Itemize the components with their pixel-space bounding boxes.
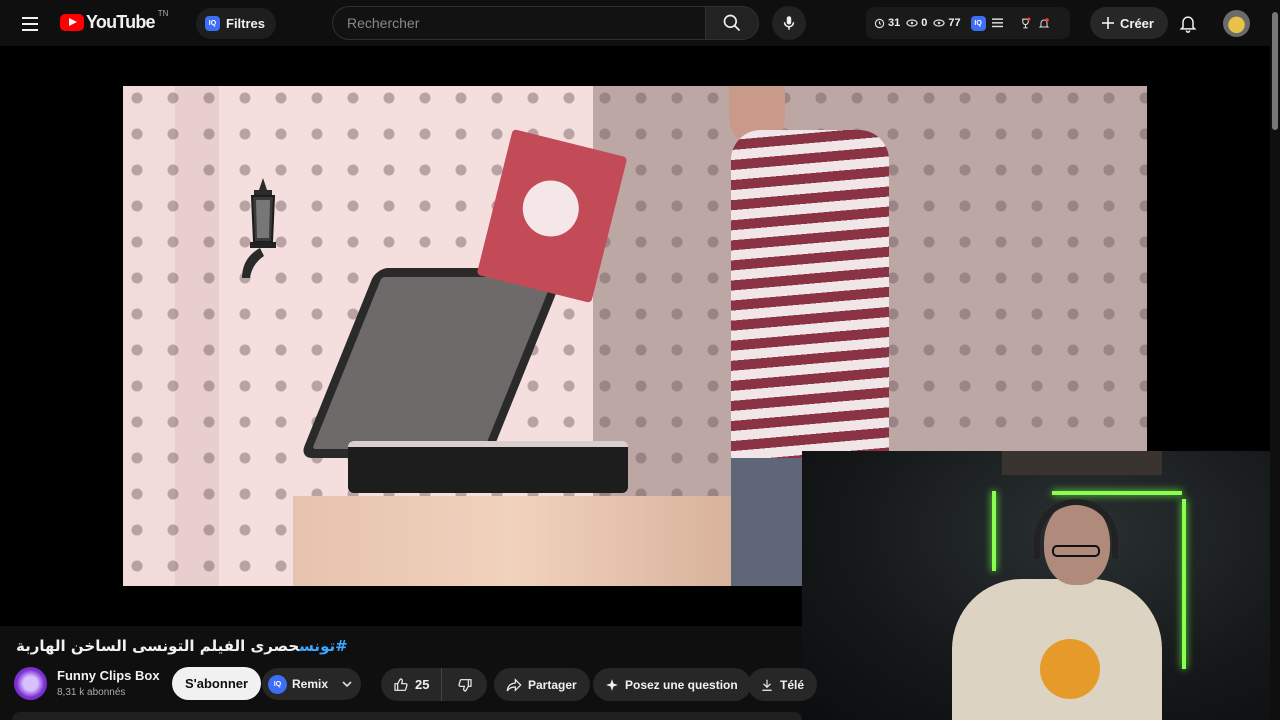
neon-light-left xyxy=(992,491,996,571)
subscriber-count: 8,31 k abonnés xyxy=(57,687,126,698)
suitcase-lid-illustration xyxy=(299,268,567,458)
filters-label: Filtres xyxy=(226,16,266,31)
suitcase-base-illustration xyxy=(348,441,628,493)
search-box xyxy=(332,6,706,40)
create-button[interactable]: Créer xyxy=(1090,7,1168,39)
eye-stat-zero[interactable]: 0 xyxy=(906,17,927,29)
download-icon xyxy=(762,679,772,691)
thumbs-up-icon xyxy=(394,677,408,691)
glasses-illustration xyxy=(1052,545,1100,557)
page-scrollbar-thumb[interactable] xyxy=(1272,12,1278,130)
logo-country-code: TN xyxy=(157,9,169,18)
notification-alert-icon[interactable] xyxy=(1038,17,1050,30)
search-input[interactable] xyxy=(347,15,692,31)
remix-label: Remix xyxy=(292,677,329,691)
views-total: 77 xyxy=(948,17,961,29)
wall-lamp-illustration xyxy=(242,178,276,278)
youtube-logo[interactable]: YouTube TN xyxy=(60,9,169,33)
plus-icon xyxy=(1102,17,1114,29)
subscribe-button[interactable]: S'abonner xyxy=(172,667,262,700)
search-button[interactable] xyxy=(705,6,759,40)
sparkle-icon xyxy=(606,678,618,691)
title-hashtag[interactable]: #تونس xyxy=(299,637,348,655)
list-icon[interactable] xyxy=(991,18,1003,28)
iq-extension-icon: IQ xyxy=(268,674,287,694)
account-avatar[interactable] xyxy=(1223,10,1250,37)
chevron-down-icon xyxy=(342,681,352,688)
eye-stat-total[interactable]: 77 xyxy=(933,17,961,29)
trophy-icon[interactable] xyxy=(1019,17,1032,30)
description-box-edge[interactable] xyxy=(12,712,802,720)
menu-icon[interactable] xyxy=(18,12,42,36)
eye-icon xyxy=(906,19,918,27)
channel-avatar[interactable] xyxy=(14,667,47,700)
neon-light-top xyxy=(1052,491,1182,495)
neon-light-right xyxy=(1182,499,1186,669)
microphone-icon xyxy=(783,16,795,30)
channel-name[interactable]: Funny Clips Box xyxy=(57,668,160,683)
webcam-overlay xyxy=(802,451,1270,720)
video-title: #تونسحصرى الفيلم التونسى الساخن الهاربة xyxy=(16,637,348,655)
share-arrow-icon xyxy=(506,677,522,692)
share-label: Partager xyxy=(528,677,577,692)
eye-outline-icon xyxy=(933,19,945,27)
top-bar: YouTube TN IQ Filtres 31 0 77 IQ Créer xyxy=(0,0,1280,46)
like-dislike-bar: 25 xyxy=(381,668,487,701)
table-illustration xyxy=(293,496,733,586)
share-button[interactable]: Partager xyxy=(494,668,590,701)
logo-text: YouTube xyxy=(86,12,156,32)
like-button[interactable]: 25 xyxy=(381,668,443,701)
views-zero: 0 xyxy=(921,17,928,29)
tunisian-flag-illustration xyxy=(476,128,628,304)
iq-extension-icon: IQ xyxy=(205,16,220,31)
watch-time-stat[interactable]: 31 xyxy=(874,17,900,29)
youtube-play-icon xyxy=(60,14,84,31)
filters-button[interactable]: IQ Filtres xyxy=(196,8,277,39)
dislike-button[interactable] xyxy=(442,668,487,701)
download-label: Télé xyxy=(780,677,805,692)
shelf-illustration xyxy=(1002,451,1162,475)
extension-stats-bar: 31 0 77 IQ xyxy=(866,7,1070,39)
clock-icon xyxy=(874,18,885,28)
thumbs-down-icon xyxy=(458,678,472,692)
title-text: حصرى الفيلم التونسى الساخن الهاربة xyxy=(16,637,300,655)
download-button[interactable]: Télé xyxy=(748,668,818,701)
watch-count: 31 xyxy=(888,17,901,29)
like-count: 25 xyxy=(415,677,430,692)
create-label: Créer xyxy=(1120,15,1154,31)
bell-icon xyxy=(1179,16,1197,33)
iq-extension-icon[interactable]: IQ xyxy=(970,15,986,31)
ask-question-button[interactable]: Posez une question xyxy=(593,668,751,701)
ask-label: Posez une question xyxy=(625,677,738,692)
streamer-body-illustration xyxy=(952,579,1162,720)
voice-search-button[interactable] xyxy=(772,6,806,40)
remix-button[interactable]: IQ Remix xyxy=(262,668,362,700)
search-icon xyxy=(723,14,741,32)
notifications-button[interactable] xyxy=(1176,11,1200,35)
